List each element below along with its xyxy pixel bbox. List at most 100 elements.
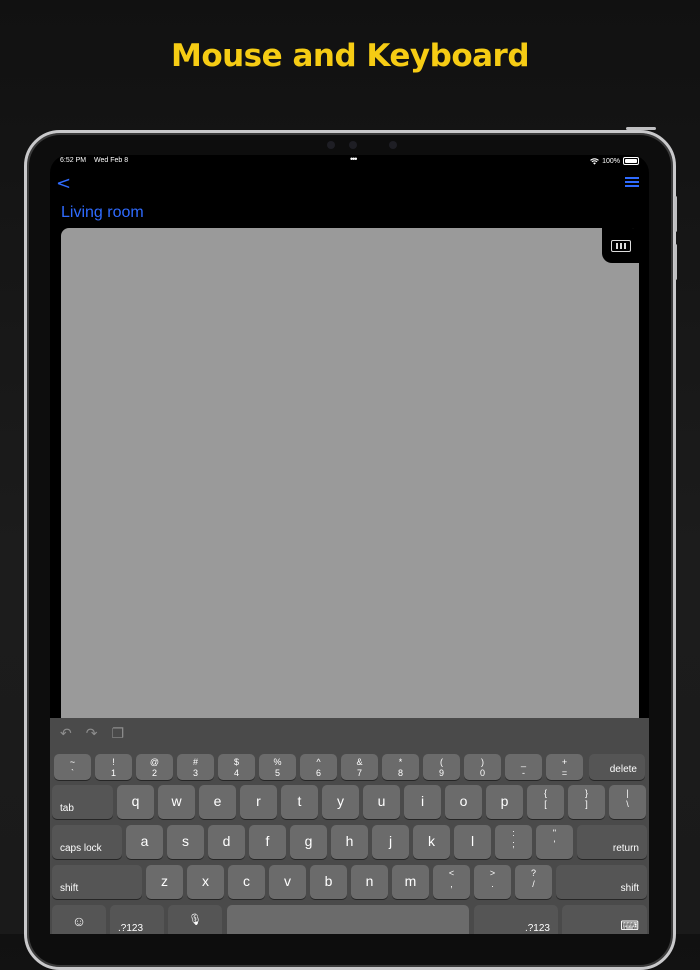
key-label: m [404,873,417,889]
key-label: d [222,833,231,849]
key-label: ] [585,799,588,809]
dictation-key[interactable]: 🎙 [168,905,222,934]
key-12[interactable]: + = [546,754,583,780]
key-label: return [612,843,639,854]
key-4[interactable]: $4 [218,754,255,780]
battery-percent: 100% [602,157,620,165]
key-s[interactable]: s [167,825,204,859]
key-n[interactable]: n [351,865,388,899]
key-q[interactable]: q [117,785,154,819]
volume-button [674,196,677,232]
shift-right-key[interactable]: shift [556,865,647,899]
key-b[interactable]: b [310,865,347,899]
key-10[interactable]: ) 0 [464,754,501,780]
key-g[interactable]: g [290,825,327,859]
key-label: / [532,879,535,889]
key-c[interactable]: c [228,865,265,899]
key-y[interactable]: y [322,785,359,819]
key-9[interactable]: (9 [423,754,460,780]
key-u[interactable]: u [363,785,400,819]
key-v[interactable]: v [269,865,306,899]
key-label: 8 [397,768,403,778]
key-7[interactable]: & 7 [341,754,378,780]
key-z[interactable]: z [146,865,183,899]
delete-key[interactable]: delete [589,754,645,780]
key-label: * [398,757,403,767]
key-e[interactable]: e [199,785,236,819]
key-label: ~ [69,757,76,767]
key-a[interactable]: a [126,825,163,859]
key-t[interactable]: t [281,785,318,819]
key-w[interactable]: w [158,785,195,819]
keyboard-dismiss-icon: ⌨ [620,918,639,933]
key-sym-2[interactable]: | \ [609,785,646,819]
key-1[interactable]: ! 1 [95,754,132,780]
key-sym-r4-1[interactable]: >. [474,865,511,899]
key-label: - [522,768,525,778]
key-sym-r4-2[interactable]: ? / [515,865,552,899]
key-label: 5 [274,768,280,778]
key-i[interactable]: i [404,785,441,819]
numbers-left-key[interactable]: .?123 [110,905,164,934]
key-label: x [202,873,209,889]
key-d[interactable]: d [208,825,245,859]
key-8[interactable]: * 8 [382,754,419,780]
key-f[interactable]: f [249,825,286,859]
wifi-icon [590,157,599,165]
key-sym-1[interactable]: }] [568,785,605,819]
keyboard-dismiss-key[interactable]: ⌨ [562,905,647,934]
headline: Mouse and Keyboard [170,38,530,74]
key-6[interactable]: ^ 6 [300,754,337,780]
key-label: i [420,793,425,809]
key-label: b [324,873,333,889]
emoji-key[interactable]: ☺ [52,905,106,934]
caps-lock-key[interactable]: caps lock [52,825,122,859]
key-r[interactable]: r [240,785,277,819]
key-label: 7 [356,768,362,778]
key-label: \ [626,799,629,809]
key-sym-r3-1[interactable]: " ' [536,825,573,859]
key-m[interactable]: m [392,865,429,899]
space-key[interactable] [227,905,469,934]
back-button[interactable]: < [56,173,71,194]
key-3[interactable]: #3 [177,754,214,780]
shift-left-key[interactable]: shift [52,865,142,899]
key-11[interactable]: _ - [505,754,542,780]
key-label: 3 [192,768,198,778]
key-label: $ [233,757,239,767]
key-label: u [377,793,386,809]
undo-icon[interactable]: ↶ [60,726,72,744]
key-label: s [182,833,189,849]
key-label: l [470,833,475,849]
key-label: w [171,793,182,809]
paste-icon[interactable]: ❐ [111,726,124,744]
numbers-right-key[interactable]: .?123 [474,905,558,934]
return-key[interactable]: return [577,825,647,859]
list-icon[interactable] [625,177,639,189]
key-label: | [626,788,629,798]
multitasking-dots-icon[interactable]: ••• [350,155,358,164]
key-l[interactable]: l [454,825,491,859]
key-label: # [192,757,198,767]
key-sym-r4-0[interactable]: <, [433,865,470,899]
key-5[interactable]: % 5 [259,754,296,780]
key-label: ' [553,839,556,849]
key-o[interactable]: o [445,785,482,819]
key-p[interactable]: p [486,785,523,819]
key-sym-r3-0[interactable]: :; [495,825,532,859]
key-j[interactable]: j [372,825,409,859]
key-h[interactable]: h [331,825,368,859]
redo-icon[interactable]: ↷ [86,726,98,744]
tab-key[interactable]: tab [52,785,113,819]
key-label: : [512,828,515,838]
keyboard-toolbar: ↶ ↷ ❐ [60,726,124,744]
key-label: p [500,793,509,809]
key-k[interactable]: k [413,825,450,859]
keyboard-toggle-button[interactable] [602,228,640,263]
key-label: 4 [233,768,239,778]
key-x[interactable]: x [187,865,224,899]
key-2[interactable]: @2 [136,754,173,780]
key-sym-0[interactable]: {[ [527,785,564,819]
key-label: 2 [151,768,157,778]
key-0[interactable]: ~ ` [54,754,91,780]
